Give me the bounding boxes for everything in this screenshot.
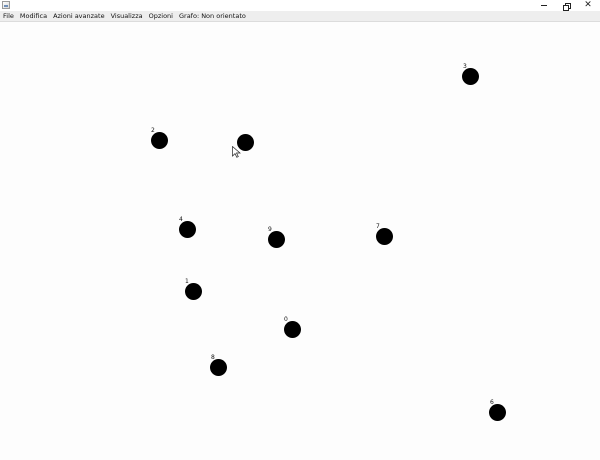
graph-editor-window: ✕ File Modifica Azioni avanzate Visualiz… [0,0,600,460]
menu-visualizza[interactable]: Visualizza [108,11,146,21]
graph-node-2[interactable] [151,132,168,149]
minimize-icon [541,5,547,6]
graph-canvas[interactable]: 0 1 2 3 4 6 7 8 9 [0,22,600,460]
close-icon: ✕ [584,0,592,10]
menu-file[interactable]: File [0,11,17,21]
minimize-button[interactable] [533,0,555,11]
graph-node-8[interactable] [210,359,227,376]
menu-bar: File Modifica Azioni avanzate Visualizza… [0,11,600,22]
graph-node-3[interactable] [462,68,479,85]
menu-opzioni[interactable]: Opzioni [146,11,176,21]
graph-node-4[interactable] [179,221,196,238]
graph-node-6[interactable] [489,404,506,421]
graph-node-0[interactable] [284,321,301,338]
java-app-icon [2,1,10,9]
graph-node-9[interactable] [268,231,285,248]
restore-icon [563,2,571,11]
close-button[interactable]: ✕ [577,0,599,11]
graph-node-7[interactable] [376,228,393,245]
mouse-pointer-icon [232,146,241,158]
menu-grafo-mode[interactable]: Grafo: Non orientato [176,11,249,21]
menu-azioni-avanzate[interactable]: Azioni avanzate [50,11,108,21]
menu-modifica[interactable]: Modifica [17,11,50,21]
graph-node-1[interactable] [185,283,202,300]
title-bar: ✕ [0,0,600,11]
restore-button[interactable] [555,0,577,11]
